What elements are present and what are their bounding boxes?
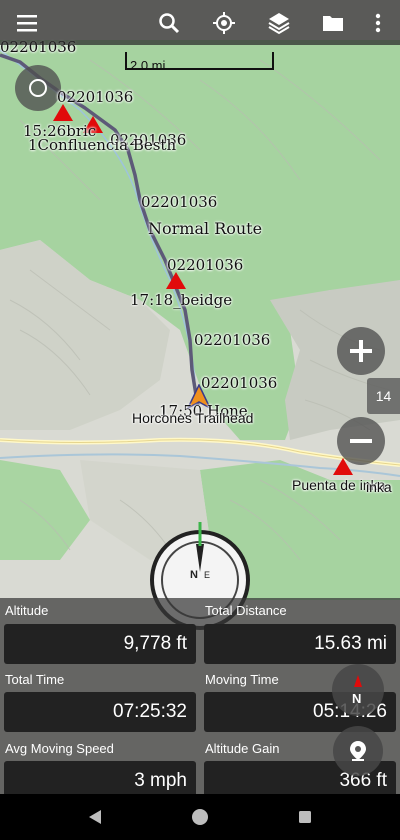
nav-home-button[interactable] xyxy=(189,806,211,828)
nav-recents-button[interactable] xyxy=(294,806,316,828)
layers-icon xyxy=(268,13,290,35)
stat-label-total-distance: Total Distance xyxy=(205,603,287,618)
waypoint-label: 02201036 xyxy=(141,193,218,211)
top-toolbar xyxy=(0,0,400,45)
route-label: Normal Route xyxy=(148,219,263,238)
stat-value-altitude: 9,778 ft xyxy=(4,624,196,664)
add-waypoint-button[interactable] xyxy=(333,726,383,776)
stat-value-total-distance: 15.63 mi xyxy=(204,624,396,664)
waypoint-label: 02201036 xyxy=(201,374,278,392)
waypoint-label: 1Confluencia Besth xyxy=(28,136,177,154)
home-icon xyxy=(192,809,208,825)
menu-icon xyxy=(17,15,37,32)
stat-label-moving-time: Moving Time xyxy=(205,672,279,687)
search-icon xyxy=(159,13,180,34)
scale-bar: 2.0 mi xyxy=(125,52,274,73)
plus-icon xyxy=(350,340,372,362)
stat-label-total-time: Total Time xyxy=(5,672,65,687)
stat-label-avg-speed: Avg Moving Speed xyxy=(5,741,114,756)
menu-button[interactable] xyxy=(10,6,44,40)
gps-location-button[interactable] xyxy=(207,6,241,40)
waypoint-label: 02201036 xyxy=(194,331,271,349)
waypoint-label: 02201036 xyxy=(57,88,134,106)
track-stats-panel: Altitude 9,778 ft Total Distance 15.63 m… xyxy=(0,598,400,801)
waypoint-label: 17:18_beidge xyxy=(130,291,233,309)
circle-tool-icon xyxy=(29,79,47,97)
nav-back-button[interactable] xyxy=(84,806,106,828)
zoom-in-button[interactable] xyxy=(337,327,385,375)
stat-label-altitude-gain: Altitude Gain xyxy=(205,741,280,756)
compass-button[interactable]: N xyxy=(332,664,384,716)
folder-button[interactable] xyxy=(316,6,350,40)
layers-button[interactable] xyxy=(262,6,296,40)
svg-text:N: N xyxy=(190,569,198,581)
recents-icon xyxy=(299,811,311,823)
minus-icon xyxy=(350,439,372,443)
waypoint-label: 02201036 xyxy=(167,256,244,274)
waypoint-label: Horcones Trailhead xyxy=(132,410,254,426)
compass-needle-icon: N xyxy=(352,675,362,706)
waypoint-label: inka xyxy=(366,479,392,495)
more-options-button[interactable] xyxy=(361,6,395,40)
compass-north-label: N xyxy=(352,691,361,706)
zoom-out-button[interactable] xyxy=(337,417,385,465)
stat-label-altitude: Altitude xyxy=(5,603,49,618)
search-button[interactable] xyxy=(152,6,186,40)
stat-value-total-time: 07:25:32 xyxy=(4,692,196,732)
back-icon xyxy=(89,810,101,824)
svg-text:E: E xyxy=(204,570,210,580)
zoom-level-indicator: 14 xyxy=(367,378,400,414)
waypoint-marker[interactable] xyxy=(53,104,73,121)
place-marker-icon xyxy=(350,741,366,761)
system-nav-bar xyxy=(0,794,400,840)
scale-label: 2.0 mi xyxy=(130,58,166,73)
more-vert-icon xyxy=(375,13,381,33)
folder-icon xyxy=(323,16,343,31)
gps-location-icon xyxy=(213,12,235,34)
waypoint-marker[interactable] xyxy=(166,272,186,289)
